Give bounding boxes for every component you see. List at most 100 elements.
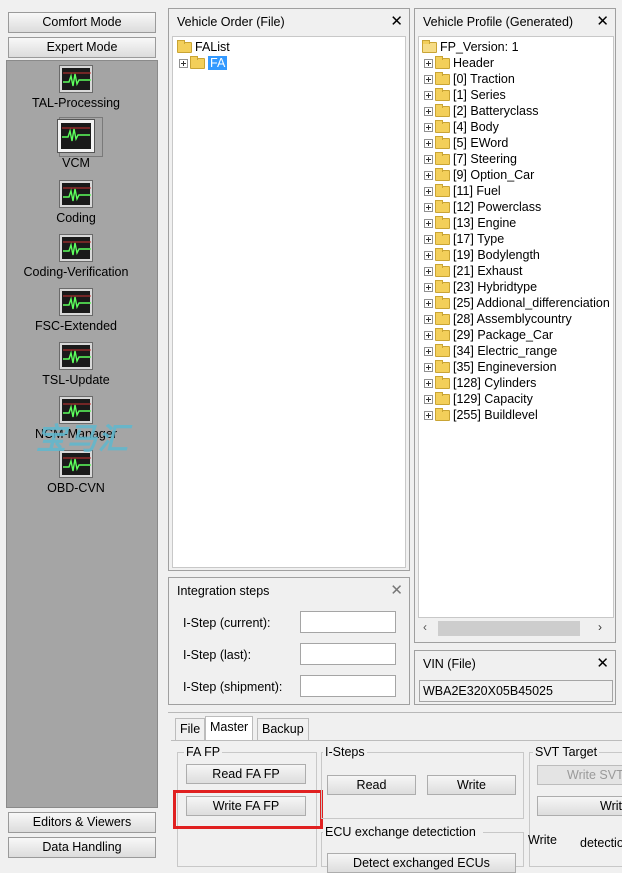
tool-label: OBD-CVN — [47, 481, 105, 495]
folder-icon — [435, 200, 450, 214]
profile-tree-item[interactable]: [0] Traction — [424, 71, 515, 87]
tree-node-label: [7] Steering — [453, 152, 517, 166]
expand-icon[interactable] — [424, 411, 433, 421]
data-handling-button[interactable]: Data Handling — [8, 837, 156, 858]
profile-tree-item[interactable]: [29] Package_Car — [424, 327, 553, 343]
profile-tree-item[interactable]: [11] Fuel — [424, 183, 501, 199]
profile-tree-item[interactable]: [23] Hybridtype — [424, 279, 537, 295]
scroll-right-icon[interactable]: › — [598, 620, 602, 634]
profile-tree-item[interactable]: [1] Series — [424, 87, 506, 103]
expert-mode-button[interactable]: Expert Mode — [8, 37, 156, 58]
ecg-monitor-icon — [59, 342, 93, 370]
profile-tree-item[interactable]: [35] Engineversion — [424, 359, 557, 375]
expand-icon[interactable] — [424, 219, 433, 229]
profile-tree-item[interactable]: [21] Exhaust — [424, 263, 523, 279]
istep-last-label: I-Step (last): — [183, 648, 252, 662]
folder-icon — [435, 392, 450, 406]
expand-icon[interactable] — [424, 123, 433, 133]
expand-icon[interactable] — [424, 155, 433, 165]
tree-node-label: [19] Bodylength — [453, 248, 540, 262]
istep-shipment-field[interactable] — [300, 675, 396, 697]
expand-icon[interactable] — [424, 283, 433, 293]
profile-tree-item[interactable]: [255] Buildlevel — [424, 407, 538, 423]
tool-tsl-update[interactable]: TSL-Update — [0, 342, 152, 387]
profile-tree-item[interactable]: [4] Body — [424, 119, 499, 135]
folder-icon — [435, 216, 450, 230]
tree-node-label: [12] Powerclass — [453, 200, 542, 214]
expand-icon[interactable] — [424, 75, 433, 85]
folder-icon — [435, 56, 450, 70]
profile-tree-item[interactable]: [28] Assemblycountry — [424, 311, 572, 327]
expand-icon[interactable] — [424, 379, 433, 389]
expand-icon[interactable] — [179, 59, 188, 69]
tree-node-fa[interactable]: FA — [179, 55, 228, 71]
tree-node-label: [129] Capacity — [453, 392, 533, 406]
expand-icon[interactable] — [424, 315, 433, 325]
expand-icon[interactable] — [424, 91, 433, 101]
profile-tree-item[interactable]: [5] EWord — [424, 135, 508, 151]
detect-exchanged-ecus-button[interactable]: Detect exchanged ECUs — [327, 853, 516, 873]
expand-icon[interactable] — [424, 235, 433, 245]
expand-icon[interactable] — [424, 139, 433, 149]
profile-tree-item[interactable]: [17] Type — [424, 231, 504, 247]
close-icon[interactable]: ✕ — [390, 12, 403, 30]
expand-icon[interactable] — [424, 331, 433, 341]
tool-label: TAL-Processing — [32, 96, 120, 110]
close-icon[interactable]: ✕ — [596, 12, 609, 30]
profile-tree-item[interactable]: [7] Steering — [424, 151, 517, 167]
scroll-left-icon[interactable]: ‹ — [423, 620, 427, 634]
folder-icon — [177, 40, 192, 54]
expand-icon[interactable] — [424, 107, 433, 117]
istep-current-field[interactable] — [300, 611, 396, 633]
expand-icon[interactable] — [424, 347, 433, 357]
expand-icon[interactable] — [424, 203, 433, 213]
tab-backup[interactable]: Backup — [257, 718, 309, 740]
tool-label: Coding-Verification — [23, 265, 129, 279]
close-icon[interactable]: ✕ — [390, 581, 403, 599]
tab-file[interactable]: File — [175, 718, 206, 740]
profile-tree-item[interactable]: [12] Powerclass — [424, 199, 541, 215]
comfort-mode-button[interactable]: Comfort Mode — [8, 12, 156, 33]
expand-icon[interactable] — [424, 363, 433, 373]
expand-icon[interactable] — [424, 171, 433, 181]
profile-tree-item[interactable]: [25] Addional_differenciation — [424, 295, 610, 311]
tree-node-fp-version[interactable]: FP_Version: 1 — [422, 39, 519, 55]
istep-last-field[interactable] — [300, 643, 396, 665]
expand-icon[interactable] — [424, 251, 433, 261]
expand-icon[interactable] — [424, 59, 433, 69]
tool-fsc-extended[interactable]: FSC-Extended — [0, 288, 152, 333]
tool-coding-verification[interactable]: Coding-Verification — [0, 234, 152, 279]
expand-icon[interactable] — [424, 267, 433, 277]
expand-icon[interactable] — [424, 395, 433, 405]
profile-tree-item[interactable]: [128] Cylinders — [424, 375, 536, 391]
i-steps-read-button[interactable]: Read — [327, 775, 416, 795]
vin-field[interactable]: WBA2E320X05B45025 — [419, 680, 613, 702]
editors-viewers-button[interactable]: Editors & Viewers — [8, 812, 156, 833]
tree-node-label: [128] Cylinders — [453, 376, 537, 390]
tab-master[interactable]: Master — [205, 716, 254, 741]
tool-coding[interactable]: Coding — [0, 180, 152, 225]
write-svt-button[interactable]: Write SVT — [537, 765, 622, 785]
tree-node-label: [35] Engineversion — [453, 360, 557, 374]
tree-node-falist[interactable]: FAList — [177, 39, 230, 55]
write-svt-button-2[interactable]: Write SVT — [537, 796, 622, 816]
folder-icon — [435, 312, 450, 326]
integration-steps-panel: Integration steps ✕ I-Step (current): I-… — [168, 577, 410, 705]
tool-label: FSC-Extended — [35, 319, 117, 333]
profile-tree-item[interactable]: [2] Batteryclass — [424, 103, 538, 119]
read-fa-fp-button[interactable]: Read FA FP — [186, 764, 306, 784]
folder-icon — [435, 248, 450, 262]
profile-tree-item[interactable]: [129] Capacity — [424, 391, 533, 407]
profile-tree-item[interactable]: [13] Engine — [424, 215, 516, 231]
profile-tree-item[interactable]: Header — [424, 55, 494, 71]
profile-tree-item[interactable]: [9] Option_Car — [424, 167, 534, 183]
profile-tree-item[interactable]: [19] Bodylength — [424, 247, 540, 263]
tool-tal-processing[interactable]: TAL-Processing — [0, 65, 152, 110]
profile-tree-item[interactable]: [34] Electric_range — [424, 343, 557, 359]
scrollbar-thumb[interactable] — [438, 621, 580, 636]
expand-icon[interactable] — [424, 299, 433, 309]
close-icon[interactable]: ✕ — [596, 654, 609, 672]
expand-icon[interactable] — [424, 187, 433, 197]
tool-vcm[interactable]: VCM — [0, 119, 152, 170]
i-steps-write-button[interactable]: Write — [427, 775, 516, 795]
